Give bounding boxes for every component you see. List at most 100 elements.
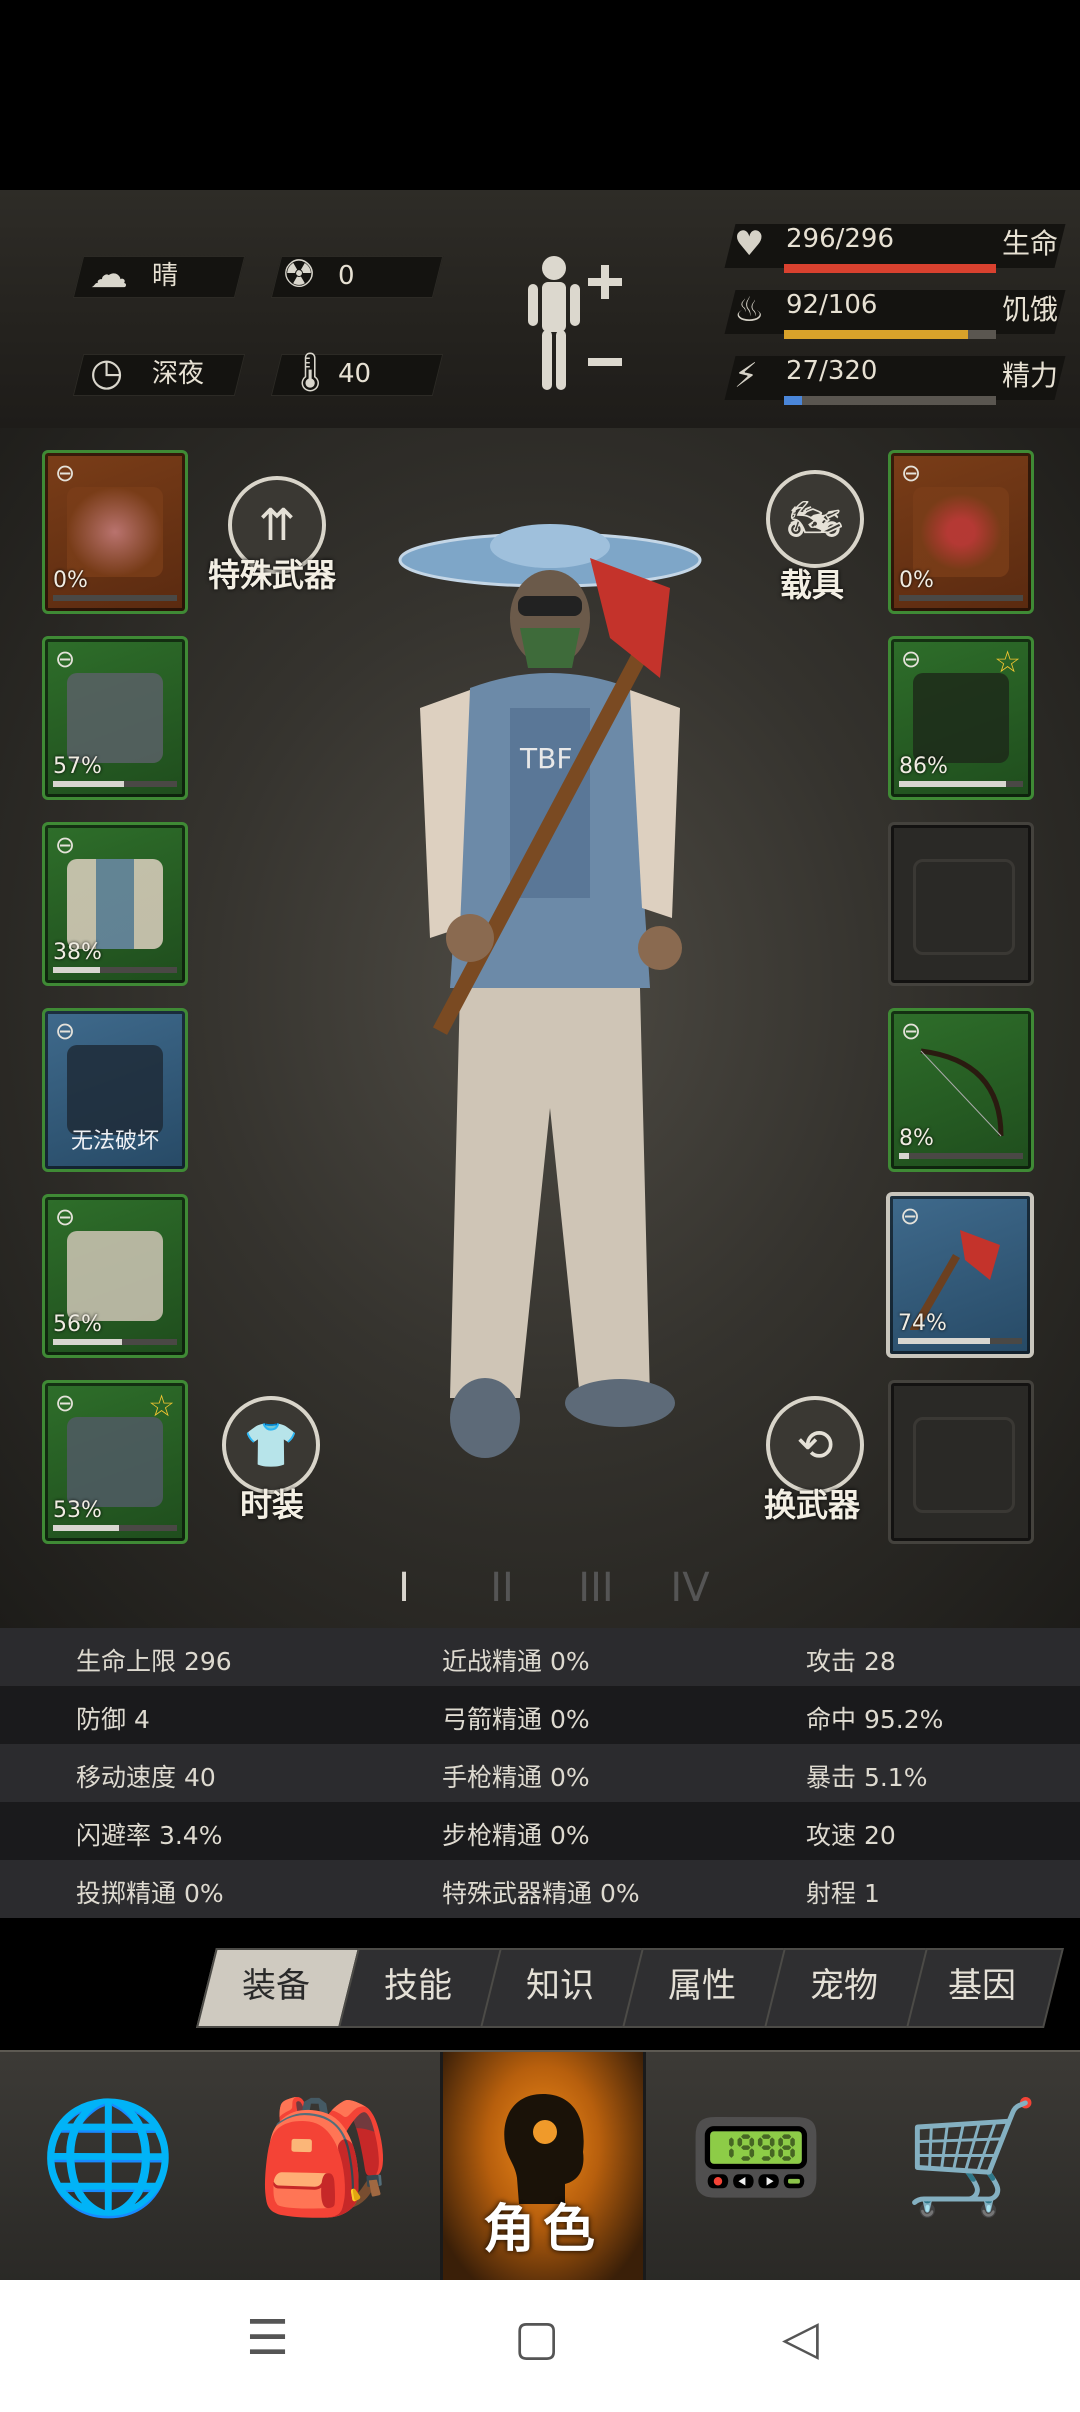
stat-rifle-mastery: 步枪精通 0% (442, 1821, 590, 1850)
walkie-talkie-icon: 📟 (687, 2093, 825, 2221)
bow-durability: 8% (899, 1126, 934, 1151)
back-triangle-icon[interactable]: ◁ (782, 2310, 819, 2366)
mask-durability-bar (899, 781, 1006, 787)
stat-throw-mastery: 投掷精通 0% (76, 1879, 224, 1908)
backpack-item-icon (67, 1045, 163, 1135)
stats-row: 生命上限 296 近战精通 0% 攻击 28 (0, 1628, 1080, 1686)
vital-energy: ⚡ 27/320 精力 (720, 352, 1066, 412)
stat-pistol-mastery: 手枪精通 0% (442, 1763, 590, 1792)
outfit-tab-1-label: I (398, 1565, 410, 1611)
stats-row: 投掷精通 0% 特殊武器精通 0% 射程 1 (0, 1860, 1080, 1918)
menu-icon[interactable]: ☰ (246, 2310, 289, 2366)
nav-radio[interactable]: 📟 (648, 2052, 864, 2282)
stomach-icon: ♨ (734, 290, 765, 330)
status-panel: ☁ 晴 ☢ 0 ◷ 深夜 🌡 40 ♥ 296/296 生命 ♨ 92/106 (0, 190, 1080, 430)
jacket-slot[interactable]: ⊖ 38% (42, 822, 188, 986)
vital-health: ♥ 296/296 生命 (720, 220, 1066, 280)
mask-slot[interactable]: ⊖ ☆ 86% (888, 636, 1034, 800)
stat-attack: 攻击 28 (806, 1647, 896, 1676)
tab-pets[interactable]: 宠物 (774, 1948, 914, 2024)
temperature-value: 40 (338, 359, 372, 389)
backpack-slot[interactable]: ⊖ 无法破坏 (42, 1008, 188, 1172)
nav-shop[interactable]: 🛒 (864, 2052, 1080, 2282)
pants-durability-bar (53, 1339, 123, 1345)
bow-durability-bar (899, 1153, 909, 1159)
swap-arrows-icon: ⟲ (796, 1419, 834, 1471)
bottle-empty-slot[interactable] (888, 1380, 1034, 1544)
hunger-value: 92/106 (786, 290, 878, 320)
vehicle-button[interactable]: 🏍 (766, 470, 864, 568)
outfit-tab-2-label: II (490, 1565, 514, 1611)
heart-icon: ♥ (734, 224, 765, 264)
mask-durability: 86% (899, 754, 948, 779)
glasses-slot[interactable]: ⊖ 0% (888, 450, 1034, 614)
link-icon: ⊖ (901, 459, 922, 487)
nav-backpack[interactable]: 🎒 (216, 2052, 432, 2282)
stat-defense: 防御 4 (76, 1705, 150, 1734)
hat-slot[interactable]: ⊖ 0% (42, 450, 188, 614)
tab-genes[interactable]: 基因 (912, 1948, 1052, 2024)
link-icon: ⊖ (55, 1389, 76, 1417)
cloud-sun-icon: ☁ (90, 252, 128, 296)
rockets-icon: ⇈ (258, 499, 296, 551)
clock-icon: ◷ (90, 350, 124, 394)
shoes-durability-bar (53, 1525, 119, 1531)
outfit-tab-4-label: IV (670, 1565, 710, 1611)
health-value: 296/296 (786, 224, 895, 254)
hat-item-icon (67, 487, 163, 577)
hunger-label: 饥饿 (1001, 293, 1058, 326)
stat-crit: 暴击 5.1% (806, 1763, 928, 1792)
bow-slot[interactable]: ⊖ 8% (888, 1008, 1034, 1172)
axe-slot[interactable]: ⊖ 74% (886, 1192, 1034, 1358)
fashion-label: 时装 (239, 1486, 304, 1524)
vehicle-label: 载具 (779, 566, 844, 604)
system-navigation-bar: ☰ ▢ ◁ (0, 2280, 1080, 2412)
bottle-placeholder-icon (913, 1417, 1015, 1513)
nav-world-map[interactable]: 🌐 (0, 2052, 216, 2282)
energy-bar-fill (784, 396, 802, 405)
link-icon: ⊖ (55, 1203, 76, 1231)
tab-attributes[interactable]: 属性 (632, 1948, 772, 2024)
shoes-item-icon (67, 1417, 163, 1507)
stats-row: 闪避率 3.4% 步枪精通 0% 攻速 20 (0, 1802, 1080, 1860)
shirt-durability: 57% (53, 754, 102, 779)
backpack-icon: 🎒 (255, 2093, 393, 2221)
stat-dodge: 闪避率 3.4% (76, 1821, 223, 1850)
stat-archery-mastery: 弓箭精通 0% (442, 1705, 590, 1734)
outfit-tab-3-label: III (578, 1565, 614, 1611)
outfit-tab-1[interactable]: I (358, 1548, 450, 1628)
outfit-tab-4[interactable]: IV (644, 1548, 736, 1628)
tab-equipment[interactable]: 装备 (206, 1948, 346, 2024)
pants-slot[interactable]: ⊖ 56% (42, 1194, 188, 1358)
link-icon: ⊖ (55, 1017, 76, 1045)
outfit-tab-2[interactable]: II (456, 1548, 548, 1628)
category-tab-strip: 装备 技能 知识 属性 宠物 基因 (0, 1920, 1080, 2050)
nav-character[interactable]: 角色 (440, 2052, 646, 2282)
hunger-bar-fill (784, 330, 969, 339)
jacket-durability: 38% (53, 940, 102, 965)
energy-label: 精力 (1001, 359, 1058, 392)
health-label: 生命 (1001, 227, 1058, 260)
body-figure-icon (528, 256, 622, 390)
stat-move-speed: 移动速度 40 (76, 1763, 216, 1792)
tshirt-icon: 👕 (243, 1420, 299, 1471)
glasses-item-icon (913, 487, 1009, 577)
tab-skills[interactable]: 技能 (348, 1948, 488, 2024)
pants-durability: 56% (53, 1312, 102, 1337)
radiation-icon: ☢ (282, 252, 317, 296)
globe-icon: 🌐 (39, 2093, 177, 2221)
bag-empty-slot[interactable] (888, 822, 1034, 986)
tab-knowledge[interactable]: 知识 (490, 1948, 630, 2024)
shirt-slot[interactable]: ⊖ 57% (42, 636, 188, 800)
outfit-tab-3[interactable]: III (550, 1548, 642, 1628)
thermometer-icon: 🌡 (286, 350, 335, 394)
home-square-icon[interactable]: ▢ (514, 2310, 559, 2366)
pants-item-icon (67, 1231, 163, 1321)
shopping-cart-icon: 🛒 (903, 2093, 1041, 2221)
radiation-value: 0 (338, 261, 355, 291)
stat-range: 射程 1 (806, 1879, 880, 1908)
body-status-button[interactable] (520, 250, 630, 400)
energy-value: 27/320 (786, 356, 878, 386)
shoes-slot[interactable]: ⊖ ☆ 53% (42, 1380, 188, 1544)
link-icon: ⊖ (55, 831, 76, 859)
